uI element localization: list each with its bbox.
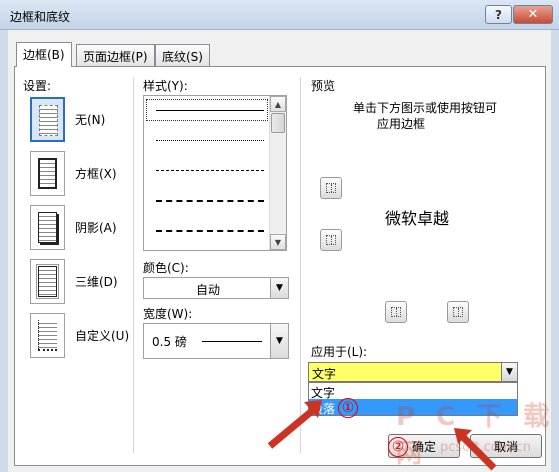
scroll-up-icon[interactable]: ▲ [270,96,286,112]
style-heading: 样式(Y): [143,79,188,93]
chevron-down-icon[interactable]: ▼ [270,324,288,358]
color-select[interactable]: 自动 ▼ [143,277,289,299]
close-button[interactable]: ✕ [513,5,553,24]
style-list[interactable]: ▲ ▼ [143,95,287,251]
preview-sample-text: 微软卓越 [385,209,450,228]
style-dash[interactable] [156,200,264,202]
settings-heading: 设置: [23,79,52,93]
preview-heading: 预览 [311,79,336,93]
bottom-border-icon [326,235,336,245]
width-line-sample [202,341,262,342]
border-custom-icon[interactable] [30,313,65,358]
top-border-icon [326,183,336,193]
separator [133,77,134,453]
apply-to-value: 文字 [312,367,337,381]
style-dash-dot[interactable] [156,230,264,232]
watermark: P C 下 载 网 [396,402,556,469]
chevron-down-icon[interactable]: ▼ [270,278,288,298]
style-fine-dash[interactable] [156,170,264,171]
style-dotted[interactable] [156,140,264,141]
setting-box-label[interactable]: 方框(X) [75,165,117,182]
setting-none-label[interactable]: 无(N) [75,111,105,128]
color-heading: 颜色(C): [143,261,189,275]
border-shadow-icon[interactable] [30,205,65,250]
border-box-icon[interactable] [30,151,65,196]
width-value: 0.5 磅 [152,335,187,349]
border-none-icon[interactable] [30,97,65,142]
scroll-down-icon[interactable]: ▼ [270,234,286,250]
apply-to-heading: 应用于(L): [311,345,368,359]
style-solid[interactable] [156,110,264,111]
bottom-border-button[interactable] [320,229,342,251]
title-bar: 边框和底纹 ? ✕ [0,0,559,30]
apply-to-select[interactable]: 文字 ▼ [308,362,518,382]
tab-shading[interactable]: 底纹(S) [155,44,210,66]
tab-borders[interactable]: 边框(B) [16,42,72,67]
right-border-icon [453,307,463,317]
annotation-arrow-1 [267,400,322,449]
annotation-marker-1: ① [338,398,358,418]
width-heading: 宽度(W): [143,307,193,321]
top-border-button[interactable] [320,177,342,199]
right-border-button[interactable] [447,301,469,323]
tab-page-border[interactable]: 页面边框(P) [76,44,155,66]
chevron-down-icon[interactable]: ▼ [501,363,517,381]
watermark-url: pcsoft.com.cn [440,440,531,455]
window-title: 边框和底纹 [10,10,71,24]
width-select[interactable]: 0.5 磅 ▼ [143,323,289,359]
setting-custom-label[interactable]: 自定义(U) [75,327,129,344]
setting-shadow-label[interactable]: 阴影(A) [75,219,117,236]
setting-3d-label[interactable]: 三维(D) [75,273,118,290]
left-border-button[interactable] [385,301,407,323]
preview-hint-line2: 应用边框 [377,117,426,131]
preview-hint-line1: 单击下方图示或使用按钮可 [353,101,498,115]
help-button[interactable]: ? [485,5,512,24]
style-scrollbar[interactable]: ▲ ▼ [269,96,286,250]
border-3d-icon[interactable] [30,259,65,304]
scroll-thumb[interactable] [271,113,285,133]
left-border-icon [391,307,401,317]
color-value: 自动 [196,283,221,297]
